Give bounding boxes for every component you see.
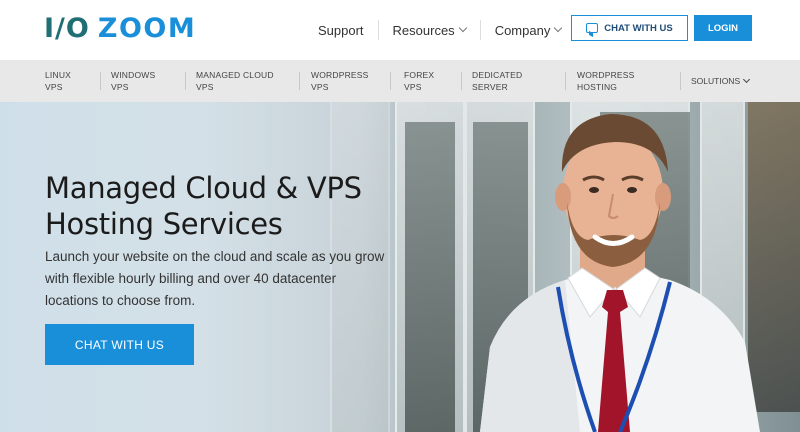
nav-divider [479, 20, 481, 40]
subnav-label-line1: LINUX [45, 70, 72, 80]
subnav-item-dedicated-server[interactable]: DEDICATED SERVER [472, 69, 522, 93]
subnav-item-linux-vps[interactable]: LINUX VPS [45, 69, 71, 93]
subnav-label-line2: VPS [311, 82, 329, 92]
nav-item-company[interactable]: Company [494, 22, 563, 38]
nav-divider [377, 20, 379, 40]
subnav-divider [390, 72, 391, 90]
subnav-item-windows-vps[interactable]: WINDOWS VPS [111, 69, 155, 93]
subnav-item-forex-vps[interactable]: FOREX VPS [404, 69, 434, 93]
chat-with-us-button[interactable]: CHAT WITH US [571, 15, 688, 41]
hero-title-line1: Managed Cloud & VPS [45, 171, 362, 205]
nav-label: Support [318, 22, 364, 38]
subnav-label-line1: WORDPRESS [577, 70, 635, 80]
nav-label: Company [494, 22, 551, 38]
brand-logo[interactable]: I/O ZOOM [44, 12, 197, 44]
subnav-label-line1: MANAGED CLOUD [196, 70, 274, 80]
nav-item-support[interactable]: Support [318, 23, 364, 38]
chevron-down-icon [743, 75, 751, 84]
nav-label: Resources [392, 22, 455, 38]
subnav-label-line2: VPS [45, 82, 63, 92]
nav-item-resources[interactable]: Resources [392, 22, 467, 38]
logo-text-zoom: ZOOM [97, 12, 197, 44]
subnav-item-wordpress-hosting[interactable]: WORDPRESS HOSTING [577, 69, 635, 93]
subnav-item-managed-cloud-vps[interactable]: MANAGED CLOUD VPS [196, 69, 274, 93]
subnav-divider [100, 72, 101, 90]
subnav-label-line1: FOREX [404, 70, 435, 80]
site-header: I/O ZOOM Support Resources Company CHAT … [0, 0, 800, 60]
top-navigation: Support Resources Company [318, 0, 563, 60]
subnav-solutions-label: SOLUTIONS [691, 76, 741, 86]
subnav-label-line1: DEDICATED [472, 70, 523, 80]
subnav-label-line2: VPS [111, 82, 129, 92]
subnav-divider [461, 72, 462, 90]
login-button-label: LOGIN [707, 22, 739, 34]
hero-cta-label: CHAT WITH US [74, 337, 165, 352]
subnav-label-line2: SERVER [472, 82, 509, 92]
subnav-label-line1: WINDOWS [111, 70, 156, 80]
subnav-divider [680, 72, 681, 90]
chevron-down-icon [458, 23, 467, 33]
subnav-label-line2: VPS [196, 82, 214, 92]
hero-chat-with-us-button[interactable]: CHAT WITH US [45, 324, 194, 365]
login-button[interactable]: LOGIN [694, 15, 752, 41]
subnav-divider [565, 72, 566, 90]
server-rack-image [405, 122, 455, 432]
product-subnav: LINUX VPS WINDOWS VPS MANAGED CLOUD VPS … [0, 60, 800, 102]
subnav-label-line1: WORDPRESS [311, 70, 369, 80]
chevron-down-icon [554, 23, 563, 33]
subnav-divider [299, 72, 300, 90]
chat-bubble-icon [586, 23, 599, 33]
subnav-label-line2: VPS [404, 82, 422, 92]
logo-text-io: I/O [44, 12, 90, 44]
subnav-divider [185, 72, 186, 90]
subnav-item-wordpress-vps[interactable]: WORDPRESS VPS [311, 69, 369, 93]
hero-banner: Managed Cloud & VPS Hosting Services Lau… [0, 102, 800, 432]
smiling-technician-photo [480, 114, 760, 432]
hero-title: Managed Cloud & VPS Hosting Services [45, 170, 405, 242]
hero-subtitle: Launch your website on the cloud and sca… [45, 249, 385, 308]
subnav-item-solutions[interactable]: SOLUTIONS [691, 75, 751, 86]
subnav-label-line2: HOSTING [577, 82, 618, 92]
chat-button-label: CHAT WITH US [604, 22, 673, 34]
hero-title-line2: Hosting Services [45, 207, 283, 241]
